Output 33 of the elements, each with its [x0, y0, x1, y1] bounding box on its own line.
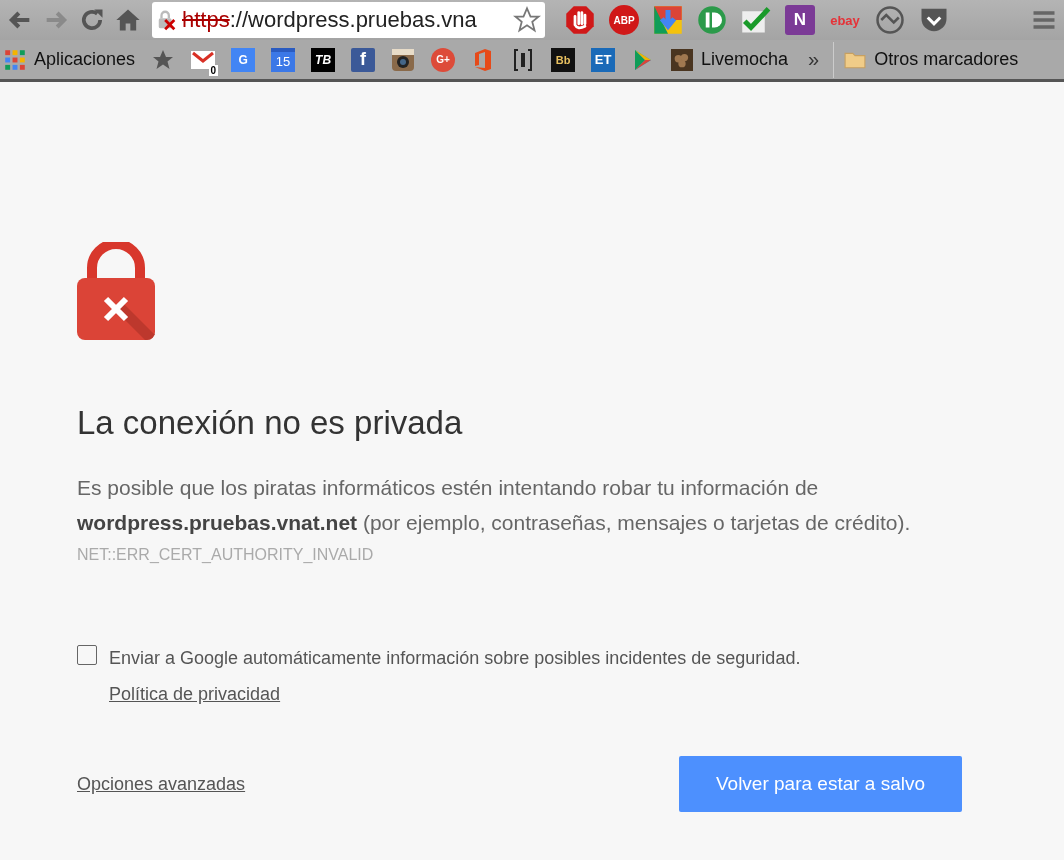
address-bar[interactable]: https://wordpress.pruebas.vna — [152, 2, 545, 38]
privacy-policy-link[interactable]: Política de privacidad — [109, 684, 281, 704]
et-icon[interactable]: ET — [591, 47, 616, 72]
error-heading: La conexión no es privada — [77, 404, 464, 442]
error-message: Es posible que los piratas informáticos estén intentando robar tu información de wordpress.pruebas.vnat.net (por ejemplo, contraseñas, mensajes o tarjetas de crédito). — [77, 475, 912, 536]
onenote-icon[interactable]: N — [785, 5, 815, 35]
tb-icon[interactable]: TB — [311, 47, 336, 72]
advanced-options-link[interactable]: Opciones avanzadas — [77, 773, 246, 795]
google-plus-icon[interactable]: G+ — [431, 47, 456, 72]
url-text: https://wordpress.pruebas.vna — [182, 7, 478, 33]
pushbullet-icon[interactable] — [697, 5, 727, 35]
bookmark-item[interactable]: Livemocha — [671, 48, 789, 71]
report-text: Enviar a Google automáticamente información sobre posibles incidentes de seguridad. Política de privacidad — [109, 647, 802, 706]
sync-circle-icon[interactable] — [875, 5, 905, 35]
apps-grid-icon — [4, 48, 26, 71]
facebook-icon[interactable]: f — [351, 47, 376, 72]
calendar-icon[interactable]: 15 — [271, 47, 296, 72]
checkmark-icon[interactable] — [741, 5, 771, 35]
camera-icon[interactable] — [391, 47, 416, 72]
other-bookmarks-folder[interactable]: Otros marcadores — [844, 48, 1019, 71]
error-code: NET::ERR_CERT_AUTHORITY_INVALID — [77, 546, 375, 564]
livemocha-icon — [671, 48, 694, 71]
broken-lock-icon — [77, 242, 155, 340]
download-icon[interactable] — [653, 5, 683, 35]
bookmark-star-icon[interactable] — [513, 6, 541, 34]
report-checkbox[interactable] — [77, 645, 97, 665]
broken-lock-icon — [156, 9, 178, 31]
bb-icon[interactable]: Bb — [551, 47, 576, 72]
translate-icon[interactable]: G — [231, 47, 256, 72]
bookmark-item[interactable]: Aplicaciones — [4, 48, 136, 71]
adblock-icon[interactable]: ABP — [609, 5, 639, 35]
stop-hand-icon[interactable] — [565, 5, 595, 35]
more-bookmarks-button[interactable]: » — [804, 48, 824, 71]
